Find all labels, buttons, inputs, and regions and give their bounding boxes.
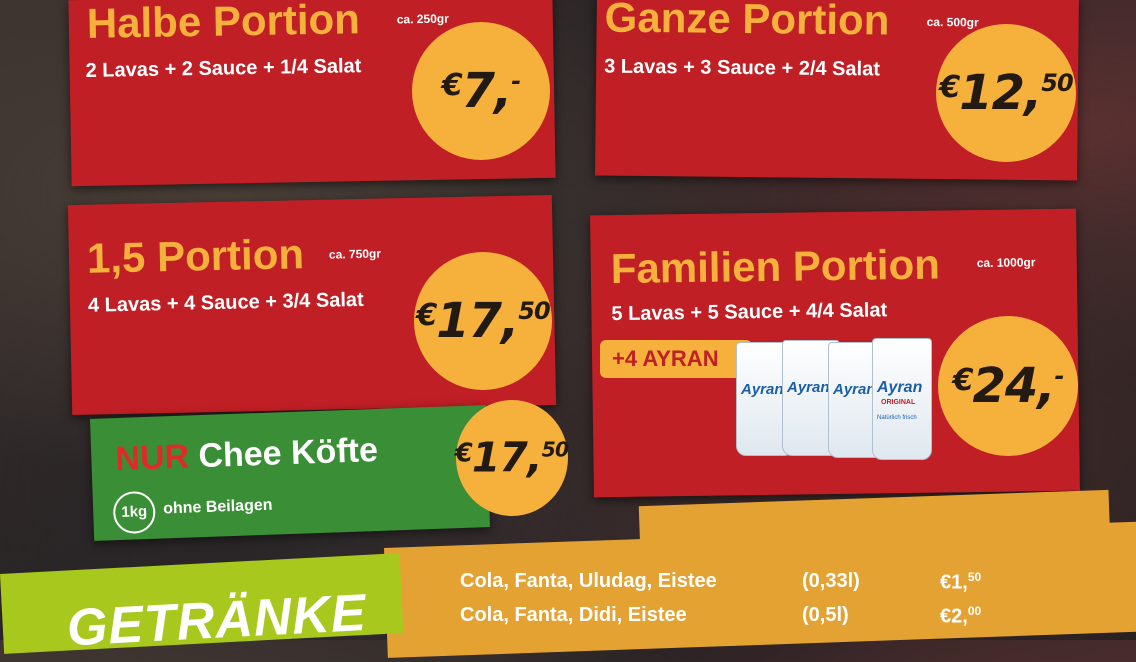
ganze-portion-desc: 3 Lavas + 3 Sauce + 2/4 Salat <box>604 55 881 81</box>
koefte-panel: NUR Chee Köfte 1kg ohne Beilagen <box>89 405 491 541</box>
drinks-row-1-size: (0,33l) <box>802 570 860 592</box>
eins-fuenf-portion-desc: 4 Lavas + 4 Sauce + 3/4 Salat <box>87 288 364 317</box>
drinks-row-1-name: Cola, Fanta, Uludag, Eistee <box>460 570 717 592</box>
familien-portion-weight: ca. 1000gr <box>976 255 1036 271</box>
halbe-portion-weight: ca. 250gr <box>396 11 449 27</box>
ayran-cup: Ayran ORIGINAL Natürlich frisch <box>872 338 932 460</box>
koefte-title-line: NUR Chee Köfte <box>115 431 379 479</box>
eins-fuenf-price-badge: €17, 50 <box>414 252 552 390</box>
drinks-row-2-price: €2,00 <box>940 604 982 628</box>
koefte-title: Chee Köfte <box>197 430 379 476</box>
halbe-price-badge: €7, - <box>412 22 550 160</box>
halbe-price: €7, - <box>441 63 521 119</box>
koefte-note: ohne Beilagen <box>162 496 273 518</box>
familien-portion-desc: 5 Lavas + 5 Sauce + 4/4 Salat <box>611 299 888 326</box>
ayran-cup-sub: ORIGINAL <box>881 399 916 406</box>
halbe-portion-desc: 2 Lavas + 2 Sauce + 1/4 Salat <box>85 55 362 82</box>
ganze-price-badge: €12, 50 <box>936 24 1076 162</box>
eins-fuenf-price: €17, 50 <box>416 293 550 349</box>
ganze-price: €12, 50 <box>939 65 1073 121</box>
ayran-cup-brand: Ayran <box>877 379 923 396</box>
ayran-cups-image: Ayran Ayran Ayran Ayran ORIGINAL Natürli… <box>736 338 932 460</box>
familien-price-badge: €24, - <box>938 316 1078 456</box>
eins-fuenf-portion-title: 1,5 Portion <box>86 230 305 282</box>
ayran-tag: +4 AYRAN <box>600 340 752 378</box>
koefte-weight-circle: 1kg <box>112 490 157 535</box>
koefte-price-badge: €17, 50 <box>455 400 570 516</box>
drinks-row-2-name: Cola, Fanta, Didi, Eistee <box>460 604 687 626</box>
ganze-portion-weight: ca. 500gr <box>926 14 979 30</box>
drinks-row-1-price: €1,50 <box>940 570 982 594</box>
ayran-cup-note: Natürlich frisch <box>877 415 917 421</box>
halbe-portion-title: Halbe Portion <box>86 0 361 47</box>
familien-portion-title: Familien Portion <box>610 240 941 293</box>
familien-price: €24, - <box>952 358 1065 414</box>
koefte-price: €17, 50 <box>455 434 569 482</box>
koefte-nur: NUR <box>114 437 190 479</box>
drinks-heading: GETRÄNKE <box>65 583 368 658</box>
drinks-heading-strip: GETRÄNKE <box>0 553 404 658</box>
ganze-portion-title: Ganze Portion <box>604 0 890 44</box>
eins-fuenf-portion-weight: ca. 750gr <box>328 246 382 262</box>
drinks-row-2-size: (0,5l) <box>802 604 849 626</box>
